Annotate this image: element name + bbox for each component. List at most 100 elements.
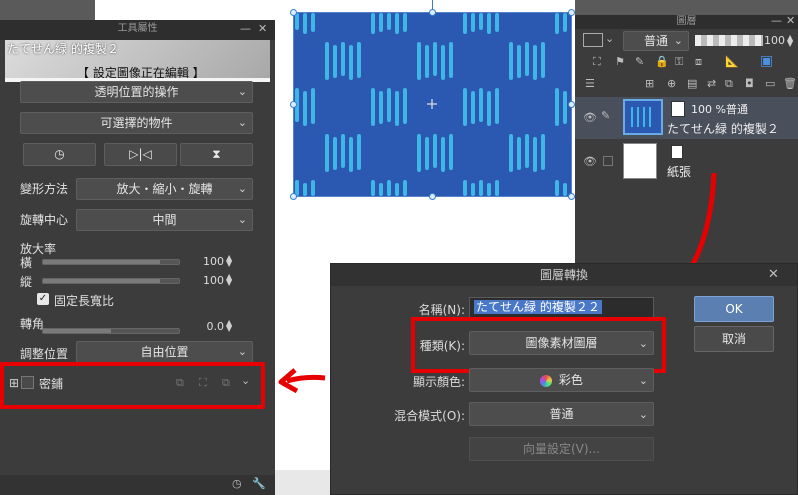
transform-handle-bl[interactable]: [290, 193, 297, 200]
trash-icon[interactable]: 🗑: [783, 77, 797, 90]
color-wheel-icon: [540, 374, 553, 387]
opacity-spinner-icon[interactable]: ▲ ▼: [787, 34, 793, 48]
layer-color-swatch[interactable]: [583, 33, 603, 47]
chevron-down-icon[interactable]: ⌄: [605, 32, 614, 45]
flip-vertical-button[interactable]: ⧗: [180, 143, 253, 166]
reset-icon[interactable]: ◷: [232, 477, 242, 490]
tile-mode-icon-2[interactable]: ⛶: [199, 376, 207, 390]
subtool-name: たてせん緑 的複製２: [7, 42, 119, 56]
chevron-down-icon: ⌄: [673, 34, 683, 47]
transform-handle-bm[interactable]: [429, 193, 436, 200]
type-value: 圖像素材圖層: [525, 336, 598, 350]
horizontal-value[interactable]: 100: [190, 255, 224, 268]
vector-settings-label: 向量設定(V)...: [522, 442, 601, 456]
flip-horizontal-button[interactable]: ▷|◁: [104, 143, 177, 166]
rotation-slider[interactable]: [42, 328, 180, 334]
layer-panel-titlebar: 圖層 — ✕: [575, 12, 798, 30]
transform-handle-ml[interactable]: [290, 101, 297, 108]
transform-method-label: 變形方法: [20, 182, 69, 196]
new-folder-icon[interactable]: ▤: [687, 77, 697, 90]
tile-mode-icon-1[interactable]: ⧉: [176, 376, 184, 390]
transparent-pos-dropdown[interactable]: 透明位置的操作 ⌄: [20, 81, 253, 103]
adjust-pos-dropdown[interactable]: 自由位置 ⌄: [76, 341, 253, 363]
clip-icon[interactable]: ⛶: [593, 55, 601, 69]
close-icon[interactable]: ✕: [768, 266, 779, 284]
blend-dropdown[interactable]: 普通 ⌄: [469, 402, 654, 426]
eye-icon[interactable]: 👁: [583, 111, 597, 124]
layer-toolbar-1: ⛶ ⚑ ✎ 🔒 ⚿ ⧈ 📐 ▣: [575, 53, 798, 73]
draft-icon[interactable]: ✎: [635, 55, 644, 68]
layer-check-box[interactable]: [603, 156, 613, 166]
ok-label: OK: [725, 302, 743, 316]
vertical-label: 縱: [20, 275, 33, 289]
selectable-object-dropdown[interactable]: 可選擇的物件 ⌄: [20, 112, 253, 134]
wrench-icon[interactable]: 🔧: [252, 477, 266, 490]
layer-thumbnail: [623, 99, 663, 135]
new-vector-layer-icon[interactable]: ⊕: [667, 77, 676, 90]
reference-icon[interactable]: ⚑: [615, 55, 625, 68]
apply-mask-icon[interactable]: ▭: [765, 77, 775, 90]
layer-color-icon[interactable]: ▣: [760, 53, 773, 69]
transform-handle-tr[interactable]: [568, 9, 575, 16]
horizontal-slider[interactable]: [42, 259, 180, 265]
eye-icon[interactable]: 👁: [583, 155, 597, 168]
ok-button[interactable]: OK: [694, 296, 774, 322]
layer-convert-dialog: 圖層轉換 ✕ 名稱(N): たてせん緑 的複製２２ OK 取消 種類(K): 圖…: [330, 263, 798, 495]
vertical-spinner-icon[interactable]: ▲ ▼: [226, 273, 232, 287]
minimize-icon[interactable]: —: [240, 20, 251, 38]
vector-settings-button[interactable]: 向量設定(V)...: [469, 437, 654, 461]
close-icon[interactable]: ✕: [786, 12, 795, 30]
chevron-down-icon: ⌄: [638, 408, 648, 421]
expand-icon[interactable]: ⊞: [9, 376, 19, 390]
fixed-ratio-checkbox[interactable]: ✓: [37, 293, 49, 305]
layer-row-selected[interactable]: 👁 ✎ 100 %普通 たてせん緑 的複製２: [575, 97, 798, 139]
horizontal-spinner-icon[interactable]: ▲ ▼: [226, 254, 232, 268]
opacity-value[interactable]: 100: [763, 34, 785, 47]
cancel-button[interactable]: 取消: [694, 326, 774, 352]
transfer-icon[interactable]: ⇄: [707, 77, 716, 90]
vertical-slider-fill: [43, 279, 160, 283]
minimize-icon[interactable]: —: [771, 12, 782, 30]
transform-handle-mr[interactable]: [568, 101, 575, 108]
tool-property-panel: 工具屬性 — ✕ たてせん緑 的複製２ 【 設定圖像正在編輯 】 透明位置的操作…: [0, 20, 275, 495]
vertical-value[interactable]: 100: [190, 274, 224, 287]
close-icon[interactable]: ✕: [258, 20, 267, 38]
lock-transparent-icon[interactable]: ⚿: [675, 55, 683, 69]
background-right: [575, 0, 798, 15]
blend-mode-dropdown[interactable]: 普通 ⌄: [623, 31, 689, 51]
rotation-slider-fill: [43, 329, 111, 333]
opacity-slider[interactable]: [695, 35, 763, 46]
lock-icon[interactable]: 🔒: [655, 55, 669, 68]
tile-checkbox[interactable]: [21, 376, 34, 389]
rotate-button[interactable]: ◷: [23, 143, 96, 166]
canvas-image[interactable]: [293, 12, 572, 197]
name-input-value: たてせん緑 的複製２２: [474, 300, 602, 314]
color-dropdown[interactable]: 彩色 ⌄: [469, 368, 654, 392]
chevron-down-icon[interactable]: ⌄: [241, 374, 250, 387]
rotation-value[interactable]: 0.0: [190, 320, 225, 333]
tool-panel-titlebar: 工具屬性 — ✕: [0, 20, 275, 40]
flip-vertical-icon: ⧗: [212, 147, 221, 161]
transform-handle-tl[interactable]: [290, 9, 297, 16]
layer-list-icon[interactable]: ☰: [585, 77, 595, 90]
blend-mode-value: 普通: [643, 34, 668, 48]
vertical-slider[interactable]: [42, 278, 180, 284]
transparent-pos-value: 透明位置的操作: [94, 85, 179, 99]
type-dropdown[interactable]: 圖像素材圖層 ⌄: [469, 331, 654, 355]
new-raster-layer-icon[interactable]: ⊞: [645, 77, 654, 90]
rotation-center-dropdown[interactable]: 中間 ⌄: [76, 209, 253, 231]
background-left: [0, 0, 95, 20]
ruler-icon[interactable]: 📐: [725, 55, 739, 68]
transform-handle-br[interactable]: [568, 193, 575, 200]
rotation-spinner-icon[interactable]: ▲ ▼: [226, 319, 232, 333]
tile-mode-icon-3[interactable]: ⧉: [222, 376, 230, 390]
name-input[interactable]: たてせん緑 的複製２２: [469, 297, 654, 318]
transform-handle-tm[interactable]: [429, 9, 436, 16]
combine-icon[interactable]: ⧉: [725, 77, 733, 91]
transform-method-dropdown[interactable]: 放大・縮小・旋轉 ⌄: [76, 178, 253, 200]
flip-horizontal-icon: ▷|◁: [129, 147, 152, 161]
color-label: 顯示顏色:: [412, 375, 465, 389]
mask-new-icon[interactable]: ◘: [745, 77, 754, 90]
chevron-down-icon: ⌄: [237, 213, 247, 226]
mask-icon[interactable]: ⧈: [695, 55, 702, 69]
